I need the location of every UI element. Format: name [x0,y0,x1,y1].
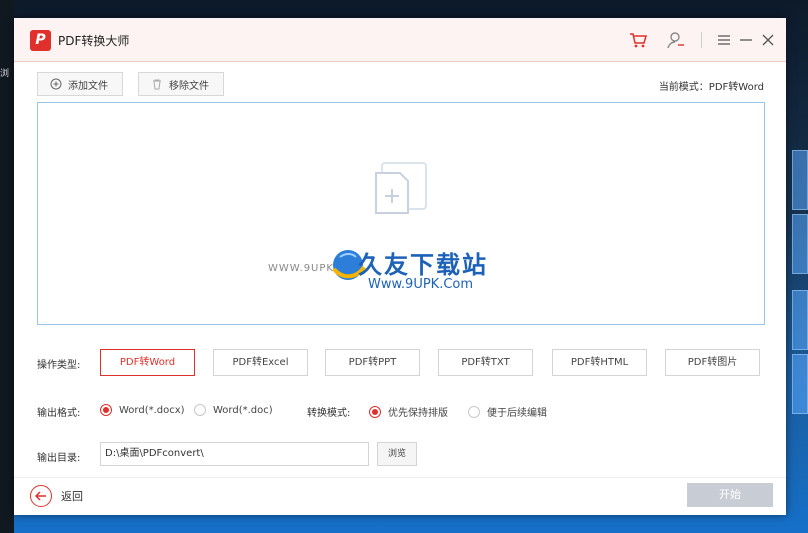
radio-dot [369,405,381,418]
current-mode-label: 当前模式：PDF转Word [658,82,764,93]
remove-files-button[interactable]: 移除文件 [138,72,224,96]
radio-docx-label: Word(*.docx) [119,404,185,416]
output-dir-input[interactable]: D:\桌面\PDFconvert\ [100,442,369,466]
watermark-url: Www.9UPK.Com [368,277,474,292]
cart-icon[interactable] [628,30,648,50]
op-pdf-to-txt[interactable]: PDF转TXT [438,349,533,376]
output-format-label: 输出格式: [37,408,81,419]
remove-files-label: 移除文件 [169,80,209,92]
op-pdf-to-excel[interactable]: PDF转Excel [213,349,308,376]
radio-keep-layout[interactable]: 优先保持排版 [369,404,448,419]
output-dir-label: 输出目录: [37,453,81,464]
op-pdf-to-word[interactable]: PDF转Word [100,349,195,376]
radio-easy-edit-label: 便于后续编辑 [487,408,547,419]
radio-dot [194,404,206,416]
add-circle-icon [50,78,62,90]
back-label: 返回 [61,490,83,503]
radio-doc-label: Word(*.doc) [213,404,273,416]
radio-dot [468,405,480,418]
trash-icon [153,79,161,90]
titlebar-separator [701,32,702,48]
watermark-title: 久友下载站 [358,251,488,279]
file-drop-zone[interactable]: WWW.9UPK.COM 久友下载站 Www.9UPK.Com [37,102,765,325]
app-window: P PDF转换大师 添加文件 移除文件 当前模式：PDF转Word WWW.9U… [14,18,786,515]
add-files-button[interactable]: 添加文件 [37,72,123,96]
op-pdf-to-html[interactable]: PDF转HTML [552,349,647,376]
close-icon[interactable] [758,30,778,50]
op-pdf-to-ppt[interactable]: PDF转PPT [325,349,420,376]
back-button[interactable]: 返回 [30,485,83,507]
menu-icon[interactable] [714,30,734,50]
convert-mode-label: 转换模式: [307,408,351,419]
add-file-icon [375,162,427,214]
user-icon[interactable] [666,30,686,50]
watermark: WWW.9UPK.COM 久友下载站 Www.9UPK.Com [268,243,548,303]
back-arrow-icon [30,485,52,507]
add-files-label: 添加文件 [68,80,108,92]
title-bar: P PDF转换大师 [14,18,786,62]
desktop-icon-label: 浏 [0,69,10,79]
desktop-wallpaper-tiles [788,150,808,450]
minimize-icon[interactable] [736,30,756,50]
desktop-left-edge: 浏 [0,0,14,533]
radio-dot [100,404,112,416]
radio-easy-edit[interactable]: 便于后续编辑 [468,404,547,419]
footer-divider [14,477,786,478]
start-button[interactable]: 开始 [687,483,773,507]
radio-docx[interactable]: Word(*.docx) [100,404,185,416]
app-logo: P [30,30,51,51]
operation-type-label: 操作类型: [37,360,81,371]
radio-keep-layout-label: 优先保持排版 [388,408,448,419]
radio-doc[interactable]: Word(*.doc) [194,404,273,416]
browse-button[interactable]: 浏览 [377,442,417,466]
app-title: PDF转换大师 [58,34,130,48]
op-pdf-to-image[interactable]: PDF转图片 [665,349,760,376]
